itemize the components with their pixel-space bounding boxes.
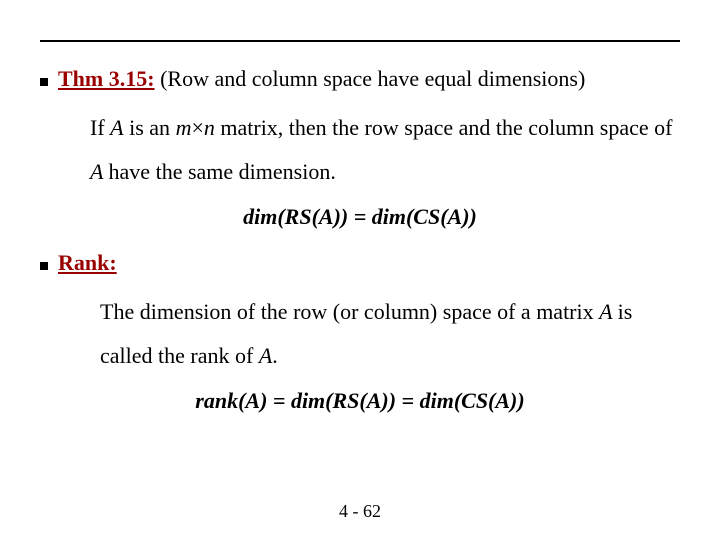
horizontal-rule xyxy=(40,40,680,42)
var-A: A xyxy=(90,159,109,184)
rank-label: Rank: xyxy=(58,250,117,275)
equation-text: dim(RS(A)) = dim(CS(A)) xyxy=(243,204,477,229)
var-A: A xyxy=(599,299,618,324)
theorem-body: If A is an m×n matrix, then the row spac… xyxy=(90,106,680,194)
rank-body: The dimension of the row (or column) spa… xyxy=(100,290,680,378)
var-n: n xyxy=(204,115,215,140)
equation-text: rank(A) = dim(RS(A)) = dim(CS(A)) xyxy=(195,388,524,413)
theorem-subtitle: (Row and column space have equal dimensi… xyxy=(155,66,586,91)
text: The dimension of the row (or column) spa… xyxy=(100,299,599,324)
text: If xyxy=(90,115,110,140)
theorem-heading-row: Thm 3.15: (Row and column space have equ… xyxy=(40,66,680,92)
text: . xyxy=(272,343,278,368)
text: is an xyxy=(124,115,176,140)
text: have the same dimension. xyxy=(109,159,336,184)
var-A: A xyxy=(259,343,272,368)
var-A: A xyxy=(110,115,123,140)
rank-heading-row: Rank: xyxy=(40,250,680,276)
text: matrix, then the row space and the colum… xyxy=(215,115,673,140)
bullet-icon xyxy=(40,262,48,270)
rank-heading: Rank: xyxy=(58,250,117,276)
var-m: m xyxy=(176,115,192,140)
theorem-heading: Thm 3.15: (Row and column space have equ… xyxy=(58,66,585,92)
times-symbol: × xyxy=(191,115,203,140)
rank-equation: rank(A) = dim(RS(A)) = dim(CS(A)) xyxy=(40,388,680,414)
slide-number: 4 - 62 xyxy=(0,501,720,522)
theorem-equation: dim(RS(A)) = dim(CS(A)) xyxy=(40,204,680,230)
slide: Thm 3.15: (Row and column space have equ… xyxy=(0,0,720,540)
page-number: 4 - 62 xyxy=(339,501,381,521)
bullet-icon xyxy=(40,78,48,86)
theorem-label: Thm 3.15: xyxy=(58,66,155,91)
